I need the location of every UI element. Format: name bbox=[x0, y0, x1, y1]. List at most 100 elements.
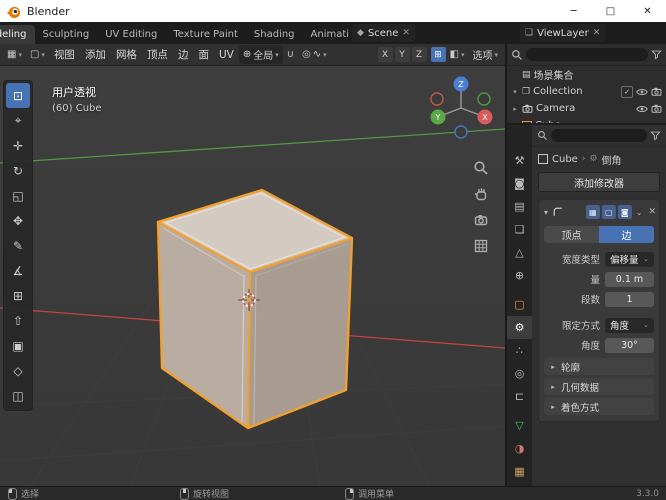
workspace-tab-texture-paint[interactable]: Texture Paint bbox=[165, 25, 246, 44]
axis-toggle-y[interactable]: Y bbox=[394, 47, 410, 62]
props-tab-object-data[interactable]: ▽ bbox=[507, 414, 532, 437]
toggle-ortho-button[interactable] bbox=[471, 236, 491, 256]
section-shading[interactable]: ▸ 着色方式 bbox=[544, 398, 654, 415]
props-tab-physics[interactable]: ◎ bbox=[507, 362, 532, 385]
add-modifier-button[interactable]: 添加修改器 bbox=[538, 172, 660, 192]
viewport-3d[interactable]: 用户透视 (60) Cube ⊡ ⌖ ✛ ↻ ◱ ✥ ✎ ∡ ⊞ ⇧ ▣ ◇ ◫ bbox=[0, 66, 505, 487]
props-tab-world[interactable]: ⊕ bbox=[507, 264, 532, 287]
extras-dropdown-icon[interactable]: ⌄ bbox=[634, 208, 645, 217]
props-tab-constraints[interactable]: ⊏ bbox=[507, 385, 532, 408]
realtime-toggle[interactable]: ▢ bbox=[601, 205, 616, 219]
eye-icon[interactable] bbox=[636, 104, 648, 114]
pan-button[interactable] bbox=[471, 184, 491, 204]
axis-toggle-x[interactable]: X bbox=[377, 47, 393, 62]
segments-input[interactable]: 1 bbox=[605, 291, 654, 307]
eye-icon[interactable] bbox=[636, 87, 648, 97]
props-tab-particles[interactable]: ∴ bbox=[507, 339, 532, 362]
tool-transform[interactable]: ✥ bbox=[6, 208, 30, 233]
cube-object[interactable] bbox=[156, 188, 354, 430]
props-tab-render[interactable]: ◙ bbox=[507, 172, 532, 195]
amount-input[interactable]: 0.1 m bbox=[605, 271, 654, 287]
menu-face[interactable]: 面 bbox=[193, 45, 214, 64]
axis-toggle-z[interactable]: Z bbox=[411, 47, 427, 62]
proportional-edit-dropdown[interactable]: ◎ ∿ ▾ bbox=[298, 47, 331, 62]
edit-mode-toggle[interactable]: ▦ bbox=[585, 205, 600, 219]
props-tab-material[interactable]: ◑ bbox=[507, 437, 532, 460]
section-geometry[interactable]: ▸ 几何数据 bbox=[544, 378, 654, 395]
props-tab-object[interactable]: ▢ bbox=[507, 293, 532, 316]
options-dropdown[interactable]: 选项 ▾ bbox=[468, 45, 502, 64]
tool-select-box[interactable]: ⊡ bbox=[6, 83, 30, 108]
section-profile[interactable]: ▸ 轮廓 bbox=[544, 358, 654, 375]
outliner-row-collection[interactable]: ▾ ❒ Collection ✓ bbox=[507, 83, 666, 100]
props-tab-tool[interactable]: ⚒ bbox=[507, 149, 532, 172]
tool-scale[interactable]: ◱ bbox=[6, 183, 30, 208]
width-type-dropdown[interactable]: 偏移量 ⌄ bbox=[605, 251, 654, 267]
menu-edge[interactable]: 边 bbox=[173, 45, 194, 64]
maximize-button[interactable]: □ bbox=[592, 0, 629, 22]
workspace-tab-uv-editing[interactable]: UV Editing bbox=[97, 25, 165, 44]
gizmo-neg-x[interactable] bbox=[430, 92, 444, 106]
props-tab-view-layer[interactable]: ❏ bbox=[507, 218, 532, 241]
render-toggle[interactable]: ◙ bbox=[617, 205, 632, 219]
snap-magnet-toggle[interactable]: ∪ bbox=[283, 47, 298, 62]
expand-icon[interactable]: ▸ bbox=[511, 105, 519, 113]
minimize-button[interactable]: ─ bbox=[555, 0, 592, 22]
affect-vertices-button[interactable]: 顶点 bbox=[544, 226, 599, 243]
close-button[interactable]: ✕ bbox=[629, 0, 666, 22]
breadcrumb-modifier[interactable]: 倒角 bbox=[602, 152, 622, 167]
tool-annotate[interactable]: ✎ bbox=[6, 233, 30, 258]
tool-loop-cut[interactable]: ◫ bbox=[6, 383, 30, 408]
mode-button[interactable]: ▢ ▾ bbox=[26, 47, 49, 62]
workspace-tab-modeling[interactable]: Modeling bbox=[0, 25, 35, 44]
props-tab-output[interactable]: ▤ bbox=[507, 195, 532, 218]
camera-toggle-icon[interactable] bbox=[651, 87, 662, 96]
scene-unlink-icon[interactable]: ✕ bbox=[402, 28, 410, 38]
menu-uv[interactable]: UV bbox=[214, 47, 239, 63]
transform-orientation-dropdown[interactable]: ⊕ 全局 ▾ bbox=[238, 45, 283, 64]
tool-add-cube[interactable]: ⊞ bbox=[6, 283, 30, 308]
workspace-tab-sculpting[interactable]: Sculpting bbox=[35, 25, 98, 44]
menu-add[interactable]: 添加 bbox=[80, 45, 111, 64]
tool-extrude[interactable]: ⇧ bbox=[6, 308, 30, 333]
props-tab-modifiers[interactable]: ⚙ bbox=[507, 316, 532, 339]
outliner-row-camera[interactable]: ▸ Camera bbox=[507, 100, 666, 117]
tool-measure[interactable]: ∡ bbox=[6, 258, 30, 283]
camera-toggle-icon[interactable] bbox=[651, 104, 662, 113]
viewlayer-unlink-icon[interactable]: ✕ bbox=[593, 28, 601, 38]
limit-method-dropdown[interactable]: 角度 ⌄ bbox=[605, 317, 654, 333]
zoom-button[interactable] bbox=[471, 158, 491, 178]
properties-search-input[interactable] bbox=[551, 129, 647, 142]
gizmo-neg-y[interactable] bbox=[477, 92, 491, 106]
tool-rotate[interactable]: ↻ bbox=[6, 158, 30, 183]
tool-bevel[interactable]: ◇ bbox=[6, 358, 30, 383]
editor-type-button[interactable]: ▦ ▾ bbox=[3, 47, 26, 62]
outliner-row-scene-collection[interactable]: ▤ 场景集合 bbox=[507, 66, 666, 83]
menu-vertex[interactable]: 顶点 bbox=[142, 45, 173, 64]
camera-view-button[interactable] bbox=[471, 210, 491, 230]
collapse-icon[interactable]: ▾ bbox=[542, 208, 550, 217]
overlays-dropdown[interactable]: ◧ ▾ bbox=[446, 47, 469, 62]
affect-edges-button[interactable]: 边 bbox=[599, 226, 654, 243]
outliner-search-input[interactable] bbox=[526, 48, 648, 61]
remove-modifier-icon[interactable]: ✕ bbox=[648, 207, 656, 217]
collection-checkbox[interactable]: ✓ bbox=[621, 85, 633, 98]
props-tab-texture[interactable]: ▦ bbox=[507, 460, 532, 483]
gizmo-neg-z[interactable] bbox=[454, 125, 468, 139]
filter-funnel-icon[interactable] bbox=[650, 130, 661, 141]
gizmos-toggle[interactable]: ⊞ bbox=[430, 47, 446, 62]
filter-funnel-icon[interactable] bbox=[651, 49, 662, 60]
tool-inset[interactable]: ▣ bbox=[6, 333, 30, 358]
viewlayer-selector[interactable]: ❏ ViewLayer ✕ bbox=[520, 24, 606, 42]
expand-icon[interactable]: ▾ bbox=[511, 88, 519, 96]
tool-cursor[interactable]: ⌖ bbox=[6, 108, 30, 133]
menu-view[interactable]: 视图 bbox=[49, 45, 80, 64]
props-tab-scene[interactable]: △ bbox=[507, 241, 532, 264]
menu-mesh[interactable]: 网格 bbox=[111, 45, 142, 64]
workspace-tab-animation[interactable]: Animation bbox=[303, 25, 349, 44]
breadcrumb-object[interactable]: Cube bbox=[552, 154, 578, 165]
angle-input[interactable]: 30° bbox=[605, 337, 654, 353]
scene-selector[interactable]: ◆ Scene ✕ bbox=[352, 24, 415, 42]
navigation-gizmo[interactable]: Z X Y bbox=[425, 70, 497, 142]
workspace-tab-shading[interactable]: Shading bbox=[246, 25, 303, 44]
